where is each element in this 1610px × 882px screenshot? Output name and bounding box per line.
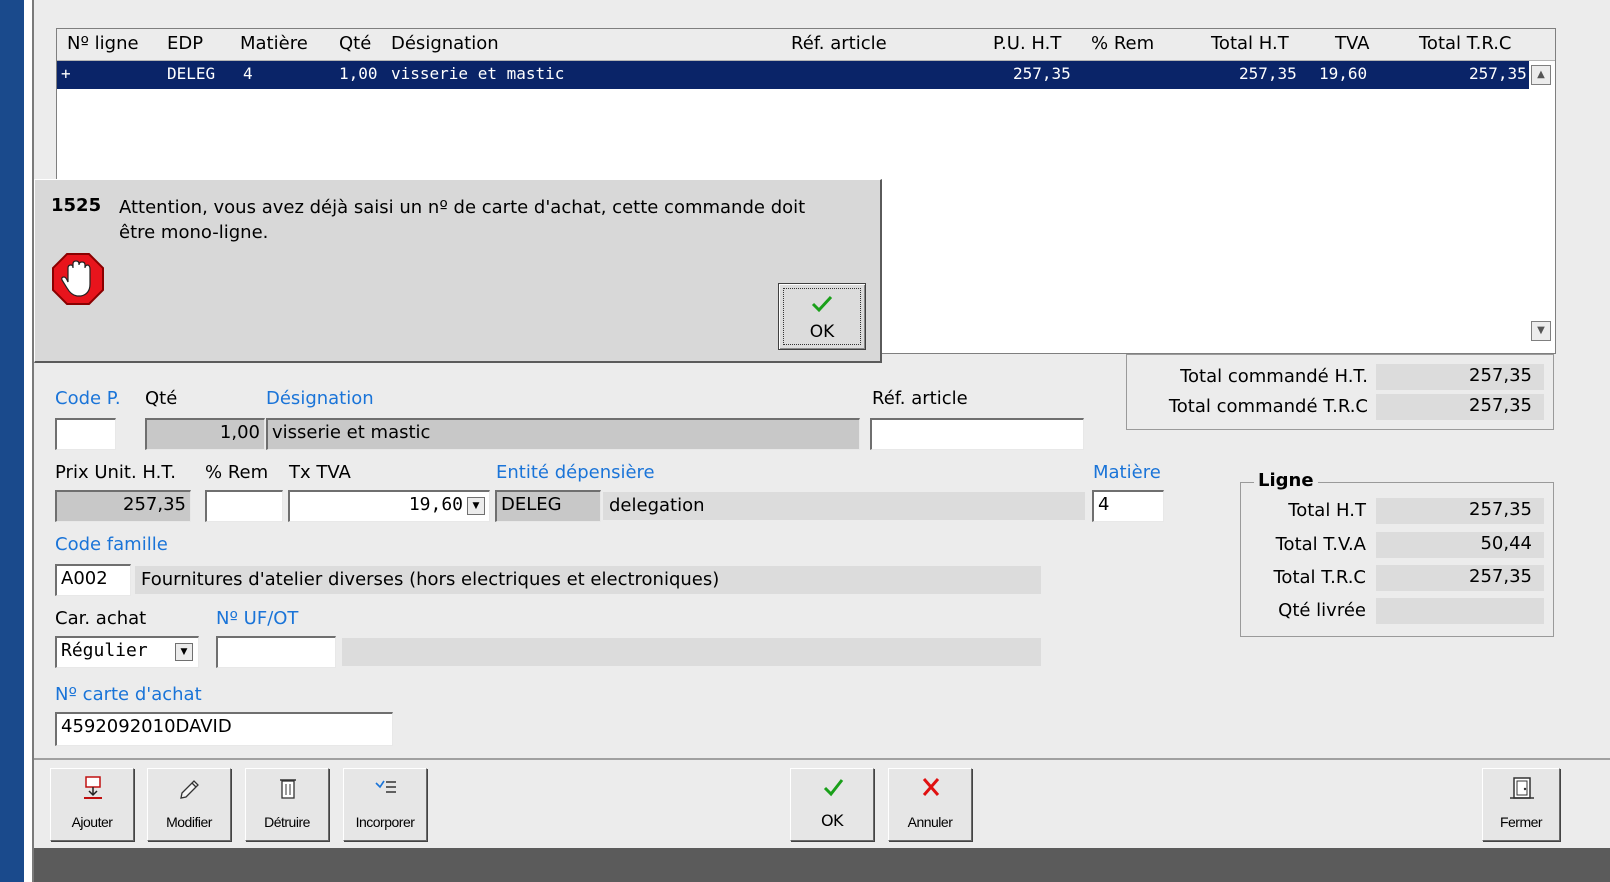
cell-total-ht: 257,35 [1239, 64, 1297, 83]
line-total-ht-label: Total H.T [1288, 500, 1366, 521]
col-header-pu-ht[interactable]: P.U. H.T [993, 33, 1061, 54]
warning-dialog: 1525 Attention, vous avez déjà saisi un … [34, 179, 882, 363]
prix-unit-label: Prix Unit. H.T. [55, 462, 176, 483]
ref-article-input[interactable] [870, 418, 1084, 450]
designation-label: Désignation [266, 388, 374, 409]
checkmark-icon [811, 295, 833, 313]
code-p-label: Code P. [55, 388, 121, 409]
toolbar-separator [34, 758, 1610, 760]
ref-article-label: Réf. article [872, 388, 968, 409]
qte-input[interactable]: 1,00 [145, 418, 265, 450]
col-header-total-trc[interactable]: Total T.R.C [1419, 33, 1512, 54]
fermer-label: Fermer [1499, 814, 1543, 830]
col-header-ref-article[interactable]: Réf. article [791, 33, 887, 54]
famille-description: Fournitures d'atelier diverses (hors ele… [135, 566, 1041, 594]
rem-input[interactable] [205, 490, 283, 522]
add-line-icon [84, 776, 102, 799]
carte-achat-label: Nº carte d'achat [55, 684, 202, 705]
col-header-edp[interactable]: EDP [167, 33, 203, 54]
cell-edp: DELEG [167, 64, 216, 83]
tva-select[interactable]: 19,60 [288, 490, 490, 522]
background-window-strip [0, 0, 24, 882]
entite-code-input[interactable]: DELEG [495, 490, 601, 522]
annuler-button[interactable]: Annuler [888, 768, 972, 841]
matiere-label: Matière [1093, 462, 1161, 483]
line-total-trc-value: 257,35 [1376, 565, 1544, 591]
checkmark-icon [823, 779, 844, 797]
qte-livree-value [1376, 598, 1544, 624]
line-total-ht-value: 257,35 [1376, 498, 1544, 524]
ajouter-label: Ajouter [71, 814, 113, 830]
incorporer-label: Incorporer [355, 814, 415, 830]
col-header-line-no[interactable]: Nº ligne [67, 33, 139, 54]
dialog-message: Attention, vous avez déjà saisi un nº de… [119, 197, 806, 243]
total-order-ht-label: Total commandé H.T. [1180, 366, 1368, 387]
message-code: 1525 [51, 195, 102, 216]
status-bar [34, 848, 1610, 882]
col-header-tva[interactable]: TVA [1335, 33, 1369, 54]
prix-unit-input[interactable]: 257,35 [55, 490, 191, 522]
entite-name: delegation [603, 492, 1085, 520]
col-header-qte[interactable]: Qté [339, 33, 371, 54]
col-header-rem[interactable]: % Rem [1091, 33, 1154, 54]
line-total-tva-value: 50,44 [1376, 532, 1544, 558]
cell-qte: 1,00 [339, 64, 378, 83]
ligne-title: Ligne [1254, 470, 1318, 491]
uf-ot-description [342, 638, 1041, 666]
total-order-trc-label: Total commandé T.R.C [1168, 396, 1368, 417]
ok-button[interactable]: OK [790, 768, 874, 841]
car-achat-label: Car. achat [55, 608, 147, 629]
line-total-trc-label: Total T.R.C [1273, 567, 1367, 588]
modifier-button[interactable]: Modifier [147, 768, 231, 841]
entite-depensiere-label: Entité dépensière [496, 462, 655, 483]
qte-label: Qté [145, 388, 178, 409]
total-order-ht-value: 257,35 [1376, 364, 1544, 390]
dialog-ok-label: OK [809, 322, 835, 342]
cell-designation: visserie et mastic [391, 64, 565, 83]
code-famille-input[interactable]: A002 [55, 564, 131, 596]
ok-label: OK [820, 811, 844, 830]
exit-door-icon [1510, 777, 1534, 799]
background-window-gap [24, 0, 32, 882]
code-p-input[interactable] [55, 418, 116, 450]
total-order-trc-value: 257,35 [1376, 394, 1544, 420]
tva-dropdown-arrow-icon[interactable]: ▼ [467, 497, 485, 515]
scroll-down-button[interactable]: ▼ [1531, 321, 1551, 341]
cell-tva: 19,60 [1319, 64, 1368, 83]
col-header-designation[interactable]: Désignation [391, 33, 499, 54]
col-header-matiere[interactable]: Matière [240, 33, 308, 54]
cell-matiere: 4 [243, 64, 253, 83]
cell-pu-ht: 257,35 [1013, 64, 1071, 83]
line-total-tva-label: Total T.V.A [1275, 534, 1366, 555]
edit-pencil-icon [180, 780, 199, 799]
tx-tva-label: Tx TVA [289, 462, 351, 483]
trash-icon [280, 779, 296, 799]
row-marker: + [61, 64, 71, 83]
col-header-total-ht[interactable]: Total H.T [1211, 33, 1289, 54]
table-row[interactable]: + DELEG 4 1,00 visserie et mastic 257,35… [57, 61, 1529, 89]
incorporate-list-icon [375, 780, 396, 793]
modifier-label: Modifier [166, 814, 212, 830]
scroll-up-button[interactable]: ▲ [1531, 65, 1551, 85]
uf-ot-input[interactable] [216, 636, 336, 668]
grid-header: Nº ligne EDP Matière Qté Désignation Réf… [57, 29, 1555, 61]
fermer-button[interactable]: Fermer [1482, 768, 1560, 841]
dialog-ok-button[interactable]: OK [778, 283, 866, 350]
uf-ot-label: Nº UF/OT [216, 608, 299, 629]
code-famille-label: Code famille [55, 534, 168, 555]
matiere-input[interactable]: 4 [1092, 490, 1164, 522]
cancel-x-icon [922, 778, 940, 796]
incorporer-button[interactable]: Incorporer [343, 768, 427, 841]
designation-input[interactable]: visserie et mastic [266, 418, 860, 450]
detruire-label: Détruire [264, 814, 310, 830]
qte-livree-label: Qté livrée [1278, 600, 1366, 621]
stop-hand-icon [52, 253, 104, 305]
cell-total-trc: 257,35 [1469, 64, 1527, 83]
carte-achat-input[interactable]: 4592092010DAVID [55, 712, 393, 746]
annuler-label: Annuler [907, 814, 953, 830]
detruire-button[interactable]: Détruire [245, 768, 329, 841]
ajouter-button[interactable]: Ajouter [50, 768, 134, 841]
car-achat-dropdown-arrow-icon[interactable]: ▼ [175, 643, 193, 661]
rem-label: % Rem [205, 462, 269, 483]
